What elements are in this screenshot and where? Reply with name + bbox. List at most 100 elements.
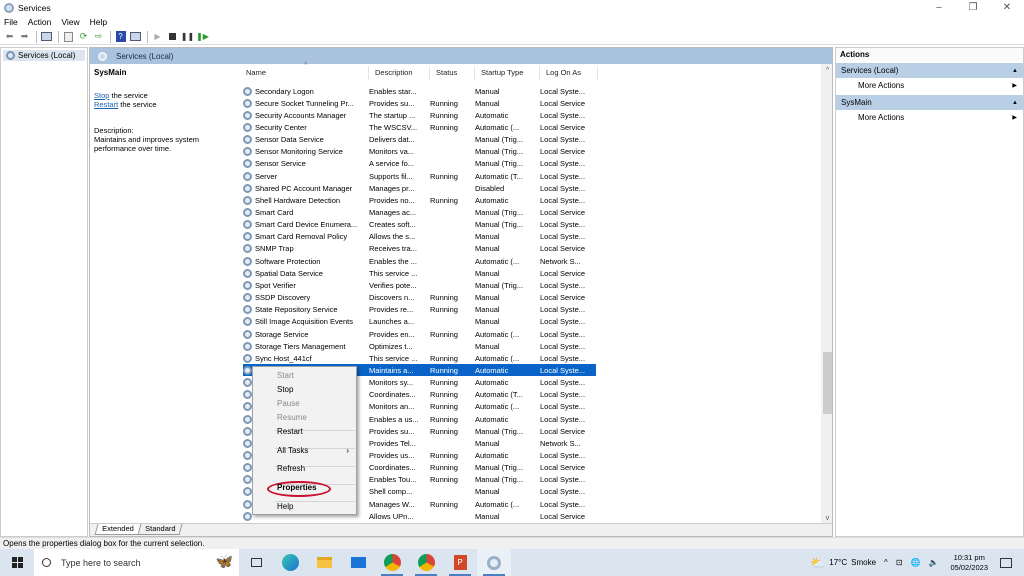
show-hide-action-pane-icon[interactable] (129, 30, 142, 43)
minimize-button[interactable]: – (922, 0, 956, 15)
action-group-sysmain[interactable]: SysMain ▲ (836, 95, 1023, 110)
column-header-status[interactable]: Status (430, 66, 475, 80)
menu-help[interactable]: Help (90, 17, 107, 27)
tab-standard[interactable]: Standard (137, 524, 183, 535)
menu-action[interactable]: Action (28, 17, 52, 27)
table-row[interactable]: Smart Card Device Enumera... Creates soft… (243, 219, 596, 231)
table-row[interactable]: SNMP Trap Receives tra... Manual Local Serv… (243, 243, 596, 255)
table-row[interactable]: Sensor Monitoring Service Monitors va... M… (243, 146, 596, 158)
network-icon[interactable]: 🌐 (911, 558, 921, 567)
menu-item-resume[interactable]: Resume (277, 412, 353, 424)
stop-service-link[interactable]: Stop (94, 91, 109, 100)
restart-service-icon[interactable]: ❚▶ (196, 30, 209, 43)
refresh-icon[interactable]: ⟳ (77, 30, 90, 43)
table-row[interactable]: Security Accounts Manager The startup ...… (243, 109, 596, 121)
table-row[interactable]: Software Protection Enables the ... Automa… (243, 255, 596, 267)
menu-view[interactable]: View (61, 17, 79, 27)
menu-item-all-tasks[interactable]: All Tasks › (277, 445, 353, 457)
service-log-on-as: Local Syste... (540, 159, 586, 169)
pause-service-icon[interactable]: ❚❚ (181, 30, 194, 43)
stop-service-icon[interactable] (166, 30, 179, 43)
action-more-actions[interactable]: More Actions ▶ (836, 110, 1023, 125)
help-icon[interactable]: ? (114, 30, 127, 43)
table-row[interactable]: Sensor Data Service Delivers dat... Manual… (243, 134, 596, 146)
notifications-icon[interactable] (1000, 557, 1012, 568)
show-hidden-icons-icon[interactable]: ^ (884, 558, 888, 567)
taskbar-search[interactable]: Type here to search 🦋 (34, 549, 239, 576)
toolbar-separator (58, 30, 59, 43)
table-row[interactable]: Smart Card Manages ac... Manual (Trig... Lo… (243, 207, 596, 219)
service-log-on-as: Local Syste... (540, 390, 586, 400)
back-arrow-icon[interactable]: ⬅ (3, 30, 16, 43)
menu-item-start[interactable]: Start (277, 370, 353, 382)
service-startup-type: Automatic (... (475, 122, 520, 132)
menu-item-help[interactable]: Help (277, 501, 353, 513)
weather-temp[interactable]: 17°C (829, 558, 847, 567)
powerpoint-icon[interactable]: P (443, 549, 477, 576)
table-row[interactable]: Shared PC Account Manager Manages pr... Di… (243, 182, 596, 194)
menu-item-stop[interactable]: Stop (277, 384, 353, 396)
show-hide-console-tree-icon[interactable] (40, 30, 53, 43)
export-list-icon[interactable]: ⇨ (92, 30, 105, 43)
weather-condition[interactable]: Smoke (851, 558, 876, 567)
chrome-icon[interactable] (375, 549, 409, 576)
service-gear-icon (243, 463, 252, 473)
table-row[interactable]: Spot Verifier Verifies pote... Manual (Tri… (243, 279, 596, 291)
service-gear-icon (243, 365, 252, 375)
volume-icon[interactable]: 🔈 (928, 558, 938, 567)
table-row[interactable]: State Repository Service Provides re... Ru… (243, 304, 596, 316)
forward-arrow-icon[interactable]: ➡ (18, 30, 31, 43)
task-view-icon[interactable] (239, 549, 273, 576)
restart-service-link[interactable]: Restart (94, 100, 118, 109)
collapse-icon[interactable]: ▲ (1012, 100, 1018, 106)
table-row[interactable]: Spatial Data Service This service ... Manu… (243, 267, 596, 279)
file-explorer-icon[interactable] (307, 549, 341, 576)
table-row[interactable]: Secondary Logon Enables star... Manual Loca… (243, 85, 596, 97)
menu-item-restart[interactable]: Restart (277, 426, 353, 438)
column-header-description[interactable]: Description (369, 66, 430, 80)
action-group-services-local[interactable]: Services (Local) ▲ (836, 63, 1023, 78)
column-header-startup-type[interactable]: Startup Type (475, 66, 540, 80)
close-button[interactable]: ✕ (990, 0, 1024, 15)
meet-now-icon[interactable]: ⊡ (896, 558, 903, 567)
edge-icon[interactable] (273, 549, 307, 576)
clock[interactable]: 10:31 pm 05/02/2023 (950, 553, 988, 573)
menu-item-refresh[interactable]: Refresh (277, 463, 353, 475)
table-row[interactable]: Smart Card Removal Policy Allows the s...… (243, 231, 596, 243)
pane-header-title: Services (Local) (116, 51, 174, 61)
column-header-log-on-as[interactable]: Log On As (540, 66, 598, 80)
table-row[interactable]: Sensor Service A service fo... Manual (Tri… (243, 158, 596, 170)
vertical-scrollbar[interactable]: ^ v (821, 64, 832, 524)
table-row[interactable]: Secure Socket Tunneling Pr... Provides su… (243, 97, 596, 109)
chrome-profile-icon[interactable] (409, 549, 443, 576)
table-row[interactable]: SSDP Discovery Discovers n... Running Manua… (243, 292, 596, 304)
table-row[interactable]: Still Image Acquisition Events Launches a… (243, 316, 596, 328)
start-button[interactable] (0, 549, 34, 576)
service-name-text: Shell Hardware Detection (255, 195, 341, 205)
column-header-name[interactable]: Name (240, 66, 369, 80)
scroll-up-icon[interactable]: ^ (821, 64, 832, 76)
start-service-icon[interactable]: ▶ (151, 30, 164, 43)
service-log-on-as: Local Service (540, 208, 586, 217)
menu-item-properties[interactable]: Properties (277, 482, 353, 494)
collapse-icon[interactable]: ▲ (1012, 68, 1018, 74)
table-row[interactable]: Shell Hardware Detection Provides no... Ru… (243, 194, 596, 206)
table-row[interactable]: Security Center The WSCSV... Running Automa… (243, 121, 596, 133)
weather-icon[interactable]: ⛅ (810, 556, 825, 570)
services-taskbar-icon[interactable] (477, 549, 511, 576)
mail-icon[interactable] (341, 549, 375, 576)
table-row[interactable]: Storage Service Provides en... Running Auto… (243, 328, 596, 340)
properties-icon[interactable] (62, 30, 75, 43)
service-name: Sync Host_441cf (243, 353, 369, 363)
service-status: Running (430, 414, 458, 424)
menu-file[interactable]: File (4, 17, 18, 27)
tree-node-services-local[interactable]: Services (Local) (3, 50, 85, 61)
scrollbar-thumb[interactable] (823, 352, 832, 414)
action-more-actions[interactable]: More Actions ▶ (836, 78, 1023, 93)
menu-item-pause[interactable]: Pause (277, 398, 353, 410)
table-row[interactable]: Storage Tiers Management Optimizes t... Ma… (243, 340, 596, 352)
table-row[interactable]: Sync Host_441cf This service ... Running Au… (243, 352, 596, 364)
maximize-button[interactable]: ❐ (956, 0, 990, 15)
tab-extended[interactable]: Extended (94, 524, 142, 535)
table-row[interactable]: Server Supports fil... Running Automatic (T… (243, 170, 596, 182)
